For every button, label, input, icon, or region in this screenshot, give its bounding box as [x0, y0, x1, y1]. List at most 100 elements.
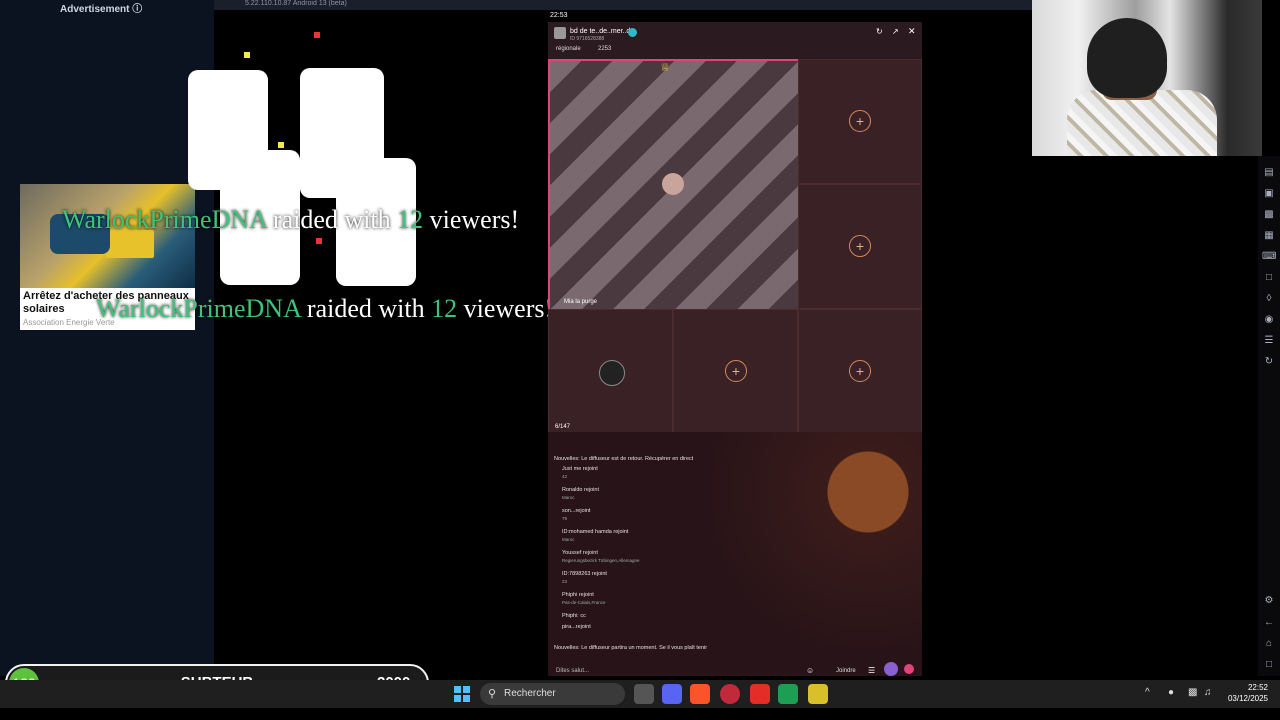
chat-message: Nouvelles: Le diffuseur partira un momen…: [554, 645, 708, 651]
raider-name: WarlockPrimeDNA: [96, 294, 301, 323]
file-explorer-icon[interactable]: [634, 684, 654, 704]
search-placeholder: Rechercher: [504, 688, 556, 699]
raid-text: raided with: [266, 205, 398, 234]
raid-count: 12: [397, 205, 424, 234]
room-tag: régionale: [556, 46, 581, 52]
webcam-feed: [1032, 0, 1262, 156]
search-icon: ⚲: [488, 688, 497, 700]
windows-start-icon[interactable]: [454, 686, 470, 702]
room-id: ID 9716528388: [570, 36, 605, 42]
files-icon[interactable]: □: [1262, 271, 1276, 285]
chat-sub: 79: [562, 516, 568, 521]
chat-message: Youssef rejoint: [562, 550, 598, 556]
brave-icon[interactable]: [690, 684, 710, 704]
raid-text-end: viewers!: [423, 205, 520, 234]
confetti: [316, 238, 322, 244]
seat-3[interactable]: +: [798, 184, 922, 309]
ad-header: Advertisement ⓘ: [60, 4, 143, 15]
room-header: bd de te..de..mer..de ID 9716528388 régi…: [548, 22, 922, 58]
erase-icon[interactable]: ◊: [1262, 292, 1276, 306]
chat-message: Phiphi: cc: [562, 613, 586, 619]
opera-icon[interactable]: [720, 684, 740, 704]
add-seat-icon[interactable]: +: [849, 110, 871, 132]
add-seat-icon[interactable]: +: [725, 360, 747, 382]
seat-6[interactable]: +: [798, 309, 922, 433]
guest-avatar: [599, 360, 625, 386]
tool-icon[interactable]: ▤: [1262, 166, 1276, 180]
room-count: 2253: [598, 46, 612, 52]
chat-message: ID:mohamed hamda rejoint: [562, 529, 629, 535]
record-icon[interactable]: ▩: [1262, 208, 1276, 222]
raid-text: raided with: [300, 294, 432, 323]
host-username: Mia la purge: [564, 299, 598, 305]
close-icon[interactable]: ✕: [908, 26, 916, 37]
room-avatar[interactable]: [554, 27, 566, 39]
speaker-icon[interactable]: ♫: [1204, 687, 1212, 698]
chat-message: son...rejoint: [562, 508, 591, 514]
phone-status-time: 22:53: [550, 12, 568, 19]
chat-area: Nouvelles: Le diffuseur est de retour. R…: [548, 432, 922, 676]
follow-icon[interactable]: [628, 28, 637, 37]
layers-icon[interactable]: ☰: [1262, 334, 1276, 348]
home-icon[interactable]: ⌂: [1262, 637, 1276, 651]
chat-message: Just me rejoint: [562, 466, 598, 472]
discord-icon[interactable]: [662, 684, 682, 704]
taskbar-search[interactable]: ⚲ Rechercher: [480, 683, 625, 705]
chat-message: Nouvelles: Le diffuseur est de retour. R…: [554, 456, 694, 462]
chat-sub: Maroc: [562, 537, 575, 542]
settings-icon[interactable]: ⚙: [1262, 594, 1276, 608]
youtube-icon[interactable]: [750, 684, 770, 704]
sheets-icon[interactable]: [778, 684, 798, 704]
phone-mirror: bd de te..de..mer..de ID 9716528388 régi…: [548, 22, 922, 676]
add-seat-icon[interactable]: +: [849, 235, 871, 257]
browser-url-text: 5.22.110.10.87 Android 13 (beta): [245, 0, 347, 7]
raider-name: WarlockPrimeDNA: [62, 205, 267, 234]
raid-text-end: viewers!: [457, 294, 554, 323]
chat-message: Phiphi rejoint: [562, 592, 594, 598]
chat-message: Ronaldo rejoint: [562, 487, 599, 493]
chevron-up-icon[interactable]: ^: [1145, 687, 1150, 698]
seat-2[interactable]: +: [798, 59, 922, 184]
join-button[interactable]: Joindre: [836, 668, 856, 674]
seat-4[interactable]: 6/147: [548, 309, 673, 433]
menu-icon[interactable]: ☰: [868, 666, 875, 675]
raid-alert-line-2: WarlockPrimeDNA raided with 12 viewers!: [96, 294, 553, 324]
location-icon[interactable]: ◉: [1262, 313, 1276, 327]
add-seat-icon[interactable]: +: [849, 360, 871, 382]
gift-icon[interactable]: [884, 662, 898, 676]
confetti: [314, 32, 320, 38]
listener-count[interactable]: 6/147: [555, 424, 570, 430]
chat-sub: 42: [562, 474, 568, 479]
raid-count: 12: [431, 294, 458, 323]
chat-input[interactable]: Dites salut...: [556, 668, 589, 674]
windows-taskbar: ⚲ Rechercher ^ ● ▩ ♫ 22:52 03/12/2025: [0, 680, 1280, 708]
bottom-strip: [0, 708, 1280, 720]
emoji-icon[interactable]: ☺: [806, 666, 814, 675]
crown-icon: ♕: [660, 62, 670, 74]
mic-icon[interactable]: ●: [1168, 687, 1174, 698]
sync-icon[interactable]: ↻: [1262, 355, 1276, 369]
monitor-icon[interactable]: ▩: [1188, 687, 1197, 698]
heart-icon[interactable]: [904, 664, 914, 674]
host-seat[interactable]: ♕ Mia la purge: [548, 59, 802, 313]
share-icon[interactable]: ↻: [876, 27, 883, 36]
seat-5[interactable]: +: [673, 309, 798, 433]
confetti: [244, 52, 250, 58]
keyboard-icon[interactable]: ⌨: [1262, 250, 1276, 264]
minimize-icon[interactable]: ↗: [892, 27, 899, 36]
raid-alert-line-1: WarlockPrimeDNA raided with 12 viewers!: [62, 205, 519, 235]
app-icon[interactable]: [808, 684, 828, 704]
recents-icon[interactable]: □: [1262, 658, 1276, 672]
chat-message: pira...rejoint: [562, 624, 591, 630]
clock-time[interactable]: 22:52: [1236, 683, 1268, 692]
clock-date[interactable]: 03/12/2025: [1214, 694, 1268, 703]
back-icon[interactable]: ←: [1262, 616, 1276, 630]
room-name[interactable]: bd de te..de..mer..de: [570, 28, 634, 35]
host-avatar: [662, 173, 684, 195]
screenshot-icon[interactable]: ▣: [1262, 187, 1276, 201]
ad-image[interactable]: [20, 184, 195, 288]
image-icon[interactable]: ▦: [1262, 229, 1276, 243]
chat-sub: 23: [562, 579, 568, 584]
confetti: [278, 142, 284, 148]
chat-message: ID:7898263 rejoint: [562, 571, 607, 577]
